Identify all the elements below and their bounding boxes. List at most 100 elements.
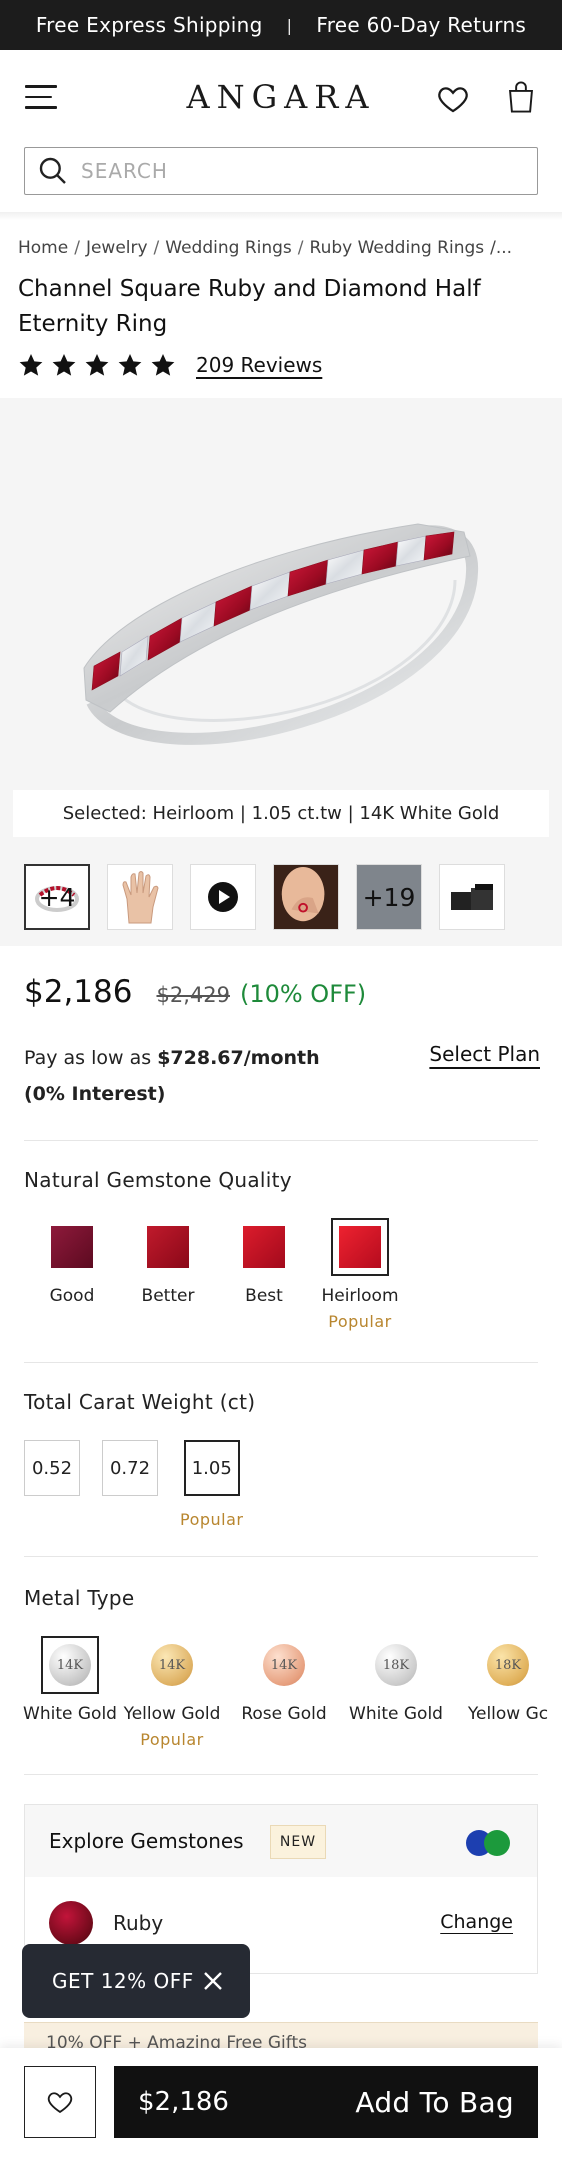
close-icon[interactable] bbox=[202, 1970, 224, 1992]
metal-option-18k-white-gold[interactable]: 18K White Gold bbox=[340, 1636, 452, 1749]
star-icon bbox=[85, 353, 109, 376]
metal-title: Metal Type bbox=[24, 1586, 135, 1610]
gem-swatch bbox=[51, 1226, 93, 1268]
thumb-count: +19 bbox=[362, 882, 416, 912]
breadcrumb-jewelry[interactable]: Jewelry bbox=[86, 238, 148, 258]
divider bbox=[24, 1362, 538, 1363]
metal-options: 14K White Gold 14K Yellow Gold Popular 1… bbox=[23, 1636, 562, 1749]
wearing-thumb[interactable] bbox=[273, 864, 339, 930]
play-icon bbox=[208, 882, 238, 912]
current-price: $2,186 bbox=[24, 974, 133, 1010]
divider bbox=[24, 1556, 538, 1557]
site-logo[interactable]: ANGARA bbox=[0, 78, 562, 116]
rating-row: 209 Reviews bbox=[18, 352, 322, 378]
monthly-amount: $728.67/month bbox=[157, 1047, 320, 1069]
product-gallery: Selected: Heirloom | 1.05 ct.tw | 14K Wh… bbox=[0, 398, 562, 946]
popular-badge: Popular bbox=[328, 1312, 392, 1331]
explore-header: Explore Gemstones NEW bbox=[25, 1805, 537, 1877]
reviews-link[interactable]: 209 Reviews bbox=[196, 353, 322, 377]
metal-option-18k-yellow-gold[interactable]: 18K Yellow Gc bbox=[452, 1636, 562, 1749]
promo-returns: Free 60-Day Returns bbox=[316, 13, 527, 37]
heart-icon[interactable] bbox=[436, 82, 470, 116]
carat-option[interactable]: 0.52 bbox=[24, 1440, 80, 1529]
site-header: ANGARA bbox=[0, 50, 562, 146]
popular-badge: Popular bbox=[140, 1730, 204, 1749]
interest-rate: (0% Interest) bbox=[24, 1083, 166, 1105]
gemstone-icons bbox=[466, 1830, 510, 1856]
metal-swatch: 14K bbox=[263, 1644, 305, 1686]
ruby-gem-icon bbox=[49, 1901, 93, 1945]
sticky-bottom-bar: $2,186 Add To Bag bbox=[0, 2048, 562, 2160]
carat-options: 0.52 0.72 1.05 Popular bbox=[24, 1440, 244, 1529]
price-row: $2,186 $2,429 (10% OFF) bbox=[24, 974, 366, 1010]
search-icon bbox=[39, 157, 66, 184]
metal-option-14k-white-gold[interactable]: 14K White Gold bbox=[23, 1636, 117, 1749]
breadcrumb-wedding-rings[interactable]: Wedding Rings bbox=[165, 238, 292, 258]
gift-box-icon bbox=[451, 884, 493, 910]
quality-options: Good Better Best Heirloom Popular bbox=[24, 1218, 408, 1331]
box-thumb[interactable] bbox=[439, 864, 505, 930]
metal-swatch: 14K bbox=[49, 1644, 91, 1686]
payment-plan-text: Pay as low as $728.67/month (0% Interest… bbox=[24, 1047, 320, 1105]
shopping-bag-icon[interactable] bbox=[506, 80, 536, 114]
discount-toast[interactable]: GET 12% OFF bbox=[22, 1944, 250, 2018]
bottom-price: $2,186 bbox=[138, 2087, 229, 2117]
quality-option-better[interactable]: Better bbox=[120, 1218, 216, 1331]
quality-title: Natural Gemstone Quality bbox=[24, 1168, 292, 1192]
metal-option-14k-yellow-gold[interactable]: 14K Yellow Gold Popular bbox=[116, 1636, 228, 1749]
star-icon bbox=[118, 353, 142, 376]
change-gem-link[interactable]: Change bbox=[440, 1911, 513, 1933]
product-title: Channel Square Ruby and Diamond Half Ete… bbox=[18, 276, 481, 337]
model-wearing-icon bbox=[274, 865, 338, 929]
discount-label: (10% OFF) bbox=[239, 980, 367, 1008]
popular-badge: Popular bbox=[180, 1510, 244, 1529]
star-icon bbox=[19, 353, 43, 376]
promo-shipping: Free Express Shipping bbox=[35, 13, 263, 37]
explore-title: Explore Gemstones bbox=[49, 1829, 244, 1853]
metal-swatch: 14K bbox=[151, 1644, 193, 1686]
star-rating bbox=[18, 352, 176, 378]
quality-option-heirloom[interactable]: Heirloom Popular bbox=[312, 1218, 408, 1331]
carat-option[interactable]: 1.05 Popular bbox=[180, 1440, 244, 1529]
wishlist-button[interactable] bbox=[24, 2066, 96, 2138]
select-plan-link[interactable]: Select Plan bbox=[429, 1042, 540, 1066]
original-price: $2,429 bbox=[156, 983, 230, 1007]
hand-icon bbox=[122, 871, 159, 924]
add-to-bag-button[interactable]: $2,186 Add To Bag bbox=[114, 2066, 538, 2138]
heart-icon bbox=[47, 2092, 73, 2114]
metal-swatch: 18K bbox=[375, 1644, 417, 1686]
promo-separator: | bbox=[286, 15, 293, 35]
gem-swatch bbox=[243, 1226, 285, 1268]
promo-bar: Free Express Shipping | Free 60-Day Retu… bbox=[0, 0, 562, 50]
gallery-thumb[interactable]: +19 bbox=[356, 864, 422, 930]
selected-options-bar: Selected: Heirloom | 1.05 ct.tw | 14K Wh… bbox=[13, 790, 549, 837]
carat-title: Total Carat Weight (ct) bbox=[24, 1390, 256, 1414]
breadcrumb: Home / Jewelry / Wedding Rings / Ruby Wedding … bbox=[18, 238, 513, 258]
quality-option-good[interactable]: Good bbox=[24, 1218, 120, 1331]
star-icon bbox=[151, 353, 175, 376]
divider bbox=[24, 1140, 538, 1141]
breadcrumb-overflow: /... bbox=[490, 238, 513, 258]
breadcrumb-ruby-wedding-rings[interactable]: Ruby Wedding Rings bbox=[310, 238, 485, 258]
metal-option-14k-rose-gold[interactable]: 14K Rose Gold bbox=[228, 1636, 340, 1749]
carat-option[interactable]: 0.72 bbox=[102, 1440, 158, 1529]
breadcrumb-home[interactable]: Home bbox=[18, 238, 68, 258]
thumb-count: +4 bbox=[38, 882, 76, 912]
quality-option-best[interactable]: Best bbox=[216, 1218, 312, 1331]
new-badge: NEW bbox=[270, 1825, 326, 1859]
hand-model-thumb[interactable] bbox=[107, 864, 173, 930]
metal-swatch: 18K bbox=[487, 1644, 529, 1686]
video-thumb[interactable] bbox=[190, 864, 256, 930]
thumbnail-strip: +4 +19 bbox=[24, 864, 505, 930]
search-input[interactable] bbox=[81, 159, 501, 183]
add-to-bag-label: Add To Bag bbox=[355, 2085, 514, 2119]
ring-product-image[interactable] bbox=[80, 490, 482, 760]
star-icon bbox=[52, 353, 76, 376]
gem-swatch bbox=[147, 1226, 189, 1268]
header-shadow bbox=[0, 212, 562, 220]
gem-swatch bbox=[339, 1226, 381, 1268]
ring-view-thumb[interactable]: +4 bbox=[24, 864, 90, 930]
selected-gem: Ruby bbox=[113, 1911, 164, 1935]
toast-label: GET 12% OFF bbox=[52, 1969, 194, 1993]
search-bar[interactable] bbox=[24, 147, 538, 195]
